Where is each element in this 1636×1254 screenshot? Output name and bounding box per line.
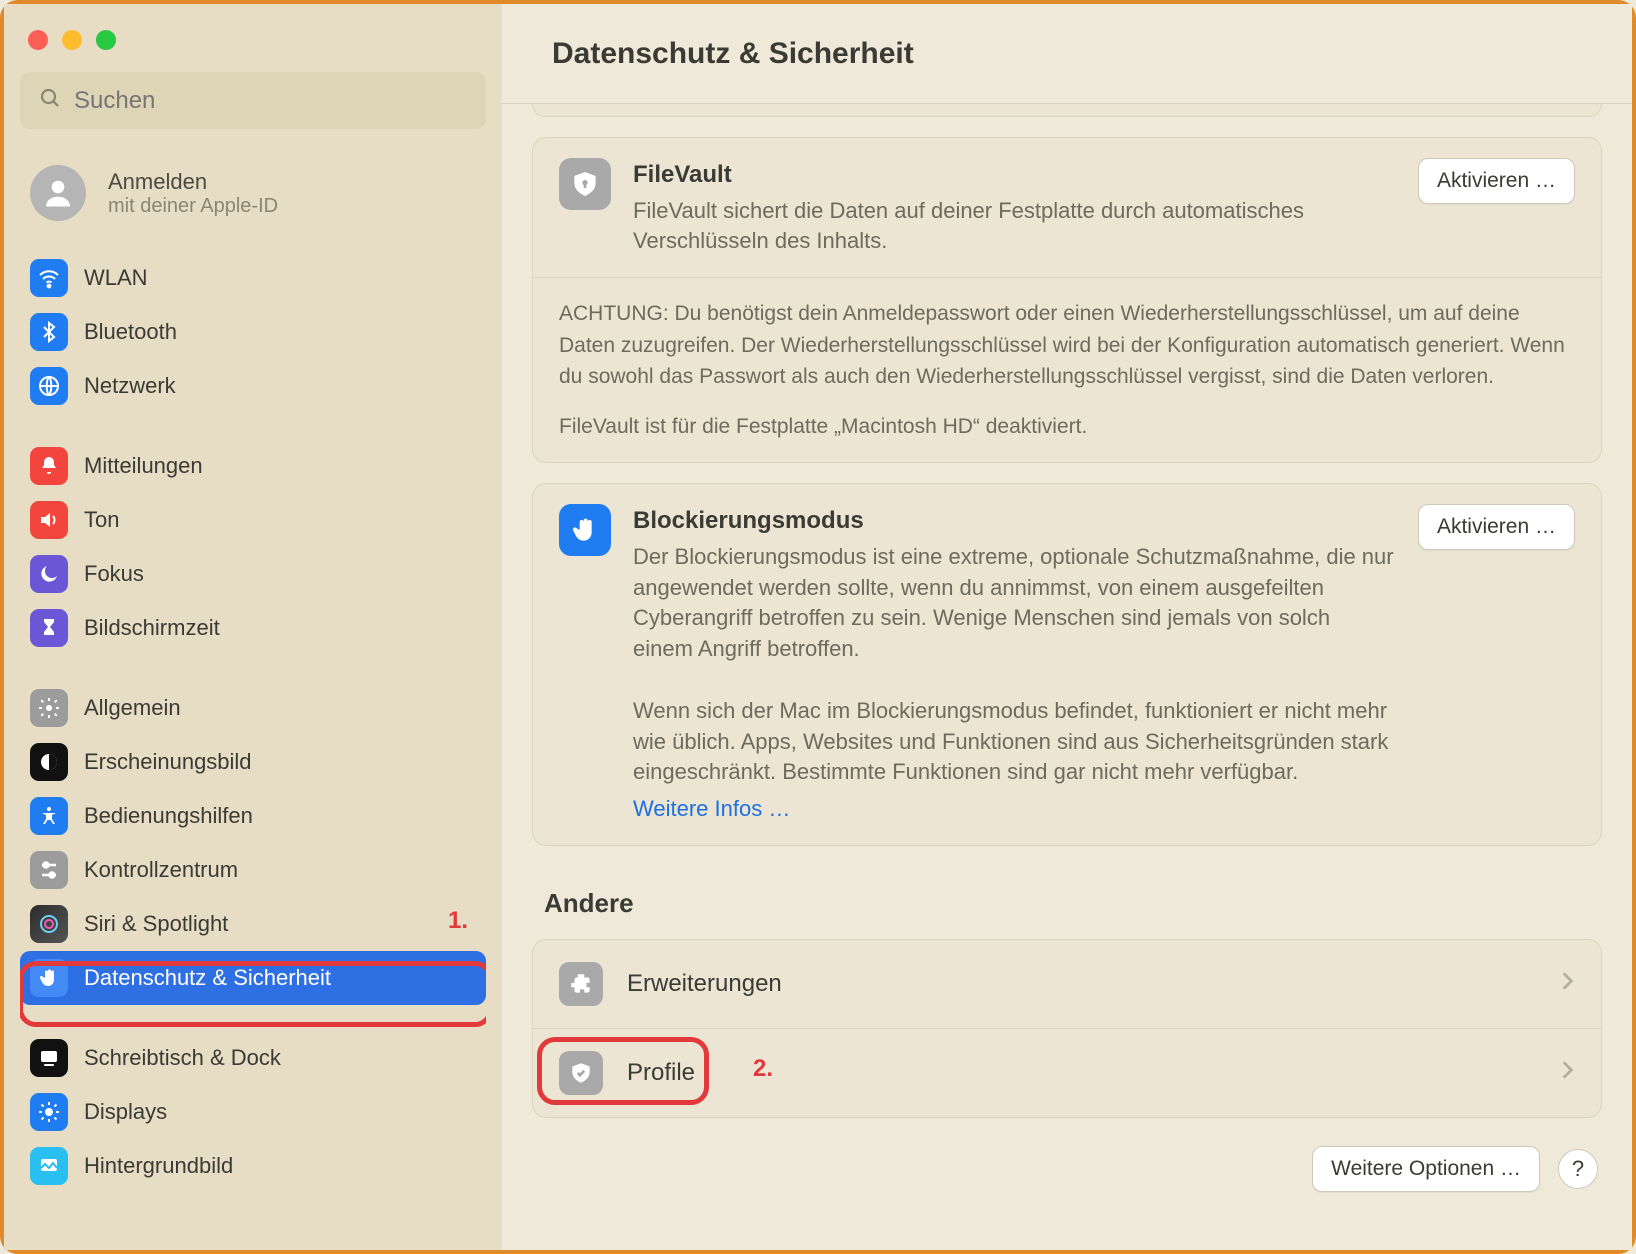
sidebar-item-siri[interactable]: Siri & Spotlight 1. — [20, 897, 486, 951]
close-window-button[interactable] — [28, 30, 48, 50]
sidebar-item-label: Erscheinungsbild — [84, 749, 252, 775]
footer: Weitere Optionen … ? — [532, 1118, 1602, 1202]
sidebar-item-displays[interactable]: Displays — [20, 1085, 486, 1139]
hourglass-icon — [30, 609, 68, 647]
profiles-icon — [559, 1051, 603, 1095]
lockdown-more-link[interactable]: Weitere Infos … — [633, 794, 1396, 825]
dock-icon — [30, 1039, 68, 1077]
sidebar-item-label: Ton — [84, 507, 119, 533]
minimize-window-button[interactable] — [62, 30, 82, 50]
sidebar-item-controlcenter[interactable]: Kontrollzentrum — [20, 843, 486, 897]
bluetooth-icon — [30, 313, 68, 351]
sidebar-item-wlan[interactable]: WLAN — [20, 251, 486, 305]
window-controls — [20, 16, 486, 72]
sidebar-item-label: Netzwerk — [84, 373, 176, 399]
other-card: Erweiterungen Profile 2. — [532, 939, 1602, 1118]
speaker-icon — [30, 501, 68, 539]
lockdown-title: Blockierungsmodus — [633, 504, 1396, 538]
sidebar-item-privacy[interactable]: Datenschutz & Sicherheit — [20, 951, 486, 1005]
lockdown-icon — [559, 504, 611, 556]
extensions-row[interactable]: Erweiterungen — [533, 940, 1601, 1028]
help-button[interactable]: ? — [1558, 1149, 1598, 1189]
sidebar-item-accessibility[interactable]: Bedienungshilfen — [20, 789, 486, 843]
sun-icon — [30, 1093, 68, 1131]
sidebar-item-label: Mitteilungen — [84, 453, 203, 479]
sidebar-item-label: Kontrollzentrum — [84, 857, 238, 883]
search-icon — [38, 86, 62, 115]
more-options-button[interactable]: Weitere Optionen … — [1312, 1146, 1540, 1192]
lockdown-activate-button[interactable]: Aktivieren … — [1418, 504, 1575, 550]
sidebar-item-label: Fokus — [84, 561, 144, 587]
filevault-warning: ACHTUNG: Du benötigst dein Anmeldepasswo… — [559, 298, 1575, 393]
sliders-icon — [30, 851, 68, 889]
siri-icon — [30, 905, 68, 943]
extensions-label: Erweiterungen — [627, 970, 1535, 998]
sidebar-item-wallpaper[interactable]: Hintergrundbild — [20, 1139, 486, 1193]
sidebar-item-label: Bedienungshilfen — [84, 803, 253, 829]
other-section-title: Andere — [544, 888, 1602, 919]
sidebar-item-label: Bildschirmzeit — [84, 615, 220, 641]
sidebar-item-screentime[interactable]: Bildschirmzeit — [20, 601, 486, 655]
main-panel: Datenschutz & Sicherheit FileVault FileV… — [502, 4, 1632, 1250]
filevault-title: FileVault — [633, 158, 1396, 192]
sidebar-item-desktop[interactable]: Schreibtisch & Dock — [20, 1031, 486, 1085]
sidebar-item-label: Datenschutz & Sicherheit — [84, 965, 331, 991]
avatar — [30, 165, 86, 221]
card-top-fragment — [532, 104, 1602, 117]
filevault-icon — [559, 158, 611, 210]
page-title: Datenschutz & Sicherheit — [552, 37, 914, 71]
sidebar-item-bluetooth[interactable]: Bluetooth — [20, 305, 486, 359]
annotation-2: 2. — [753, 1055, 773, 1083]
sidebar-item-notifications[interactable]: Mitteilungen — [20, 439, 486, 493]
globe-icon — [30, 367, 68, 405]
extensions-icon — [559, 962, 603, 1006]
sidebar-item-label: Bluetooth — [84, 319, 177, 345]
lockdown-p2: Wenn sich der Mac im Blockierungsmodus b… — [633, 696, 1396, 788]
search-field-wrapper[interactable] — [20, 72, 486, 129]
filevault-activate-button[interactable]: Aktivieren … — [1418, 158, 1575, 204]
sidebar-nav: WLAN Bluetooth Netzwerk Mitteilungen Ton — [20, 251, 486, 1219]
sidebar-item-focus[interactable]: Fokus — [20, 547, 486, 601]
gear-icon — [30, 689, 68, 727]
sidebar-item-label: Schreibtisch & Dock — [84, 1045, 281, 1071]
titlebar: Datenschutz & Sicherheit — [502, 4, 1632, 104]
search-input[interactable] — [74, 87, 468, 115]
zoom-window-button[interactable] — [96, 30, 116, 50]
signin-text: Anmelden mit deiner Apple-ID — [108, 169, 278, 218]
hand-icon — [30, 959, 68, 997]
sidebar-item-label: Displays — [84, 1099, 167, 1125]
content-scroll[interactable]: FileVault FileVault sichert die Daten au… — [502, 104, 1632, 1250]
signin-subtitle: mit deiner Apple-ID — [108, 195, 278, 218]
lockdown-p1: Der Blockierungsmodus ist eine extreme, … — [633, 542, 1396, 665]
sidebar-item-label: WLAN — [84, 265, 148, 291]
sidebar-item-network[interactable]: Netzwerk — [20, 359, 486, 413]
chevron-right-icon — [1559, 970, 1575, 997]
sidebar-item-appearance[interactable]: Erscheinungsbild — [20, 735, 486, 789]
apple-id-signin[interactable]: Anmelden mit deiner Apple-ID — [20, 155, 486, 251]
profiles-row[interactable]: Profile 2. — [533, 1028, 1601, 1117]
wallpaper-icon — [30, 1147, 68, 1185]
filevault-card: FileVault FileVault sichert die Daten au… — [532, 137, 1602, 463]
sidebar-item-general[interactable]: Allgemein — [20, 681, 486, 735]
signin-title: Anmelden — [108, 169, 278, 195]
sidebar-item-label: Hintergrundbild — [84, 1153, 233, 1179]
filevault-desc: FileVault sichert die Daten auf deiner F… — [633, 196, 1396, 258]
bell-icon — [30, 447, 68, 485]
filevault-status: FileVault ist für die Festplatte „Macint… — [559, 411, 1575, 443]
sidebar: Anmelden mit deiner Apple-ID WLAN Blueto… — [4, 4, 502, 1250]
accessibility-icon — [30, 797, 68, 835]
chevron-right-icon — [1559, 1059, 1575, 1086]
lockdown-card: Blockierungsmodus Der Blockierungsmodus … — [532, 483, 1602, 846]
sidebar-item-label: Allgemein — [84, 695, 181, 721]
sidebar-item-label: Siri & Spotlight — [84, 911, 228, 937]
appearance-icon — [30, 743, 68, 781]
wifi-icon — [30, 259, 68, 297]
moon-icon — [30, 555, 68, 593]
annotation-1: 1. — [448, 907, 468, 935]
sidebar-item-sound[interactable]: Ton — [20, 493, 486, 547]
